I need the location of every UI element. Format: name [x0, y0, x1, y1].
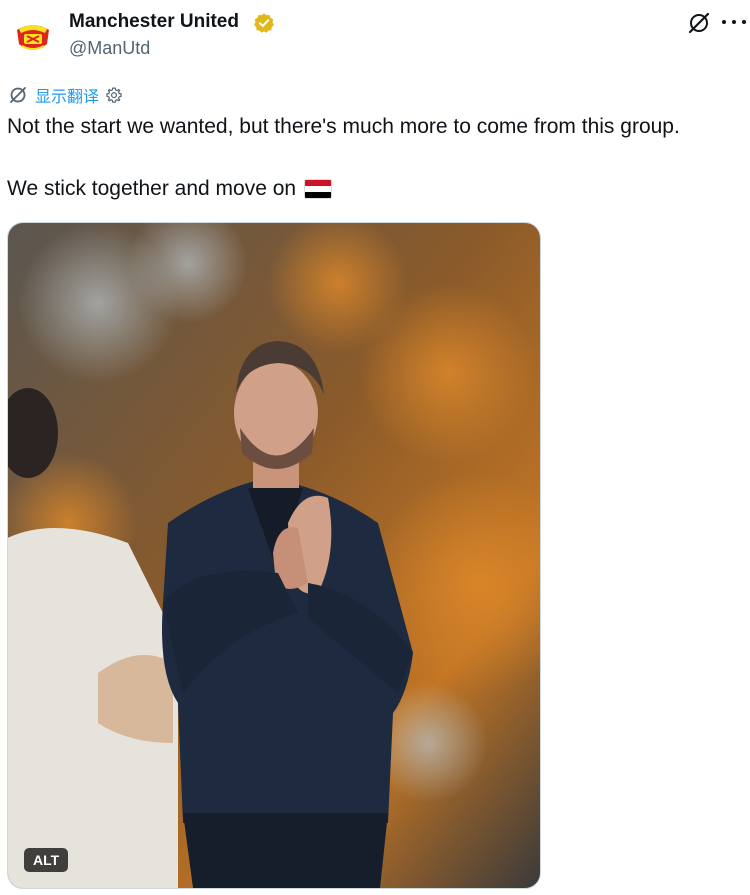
verified-badge-icon[interactable] [253, 12, 275, 34]
avatar[interactable] [10, 12, 56, 58]
more-options-button[interactable] [722, 12, 746, 32]
photo-image [8, 223, 540, 888]
show-translation-link[interactable]: 显示翻译 [35, 83, 99, 107]
flag-emoji-icon [304, 179, 333, 199]
post-photo[interactable]: ALT [7, 222, 541, 889]
post-text-line-2-text: We stick together and move on [7, 177, 297, 200]
grok-icon[interactable] [686, 10, 712, 36]
club-crest-icon [11, 13, 55, 57]
account-handle[interactable]: @ManUtd [69, 38, 150, 59]
post-text-line-2: We stick together and move on [7, 177, 333, 201]
post-text-line-1: Not the start we wanted, but there's muc… [7, 115, 680, 138]
gear-icon[interactable] [105, 86, 123, 104]
more-dots-icon [722, 20, 726, 24]
account-name[interactable]: Manchester United [69, 11, 239, 33]
translate-icon [10, 87, 26, 103]
alt-text-badge[interactable]: ALT [24, 848, 69, 872]
show-translation-row[interactable]: 显示翻译 [8, 84, 123, 106]
